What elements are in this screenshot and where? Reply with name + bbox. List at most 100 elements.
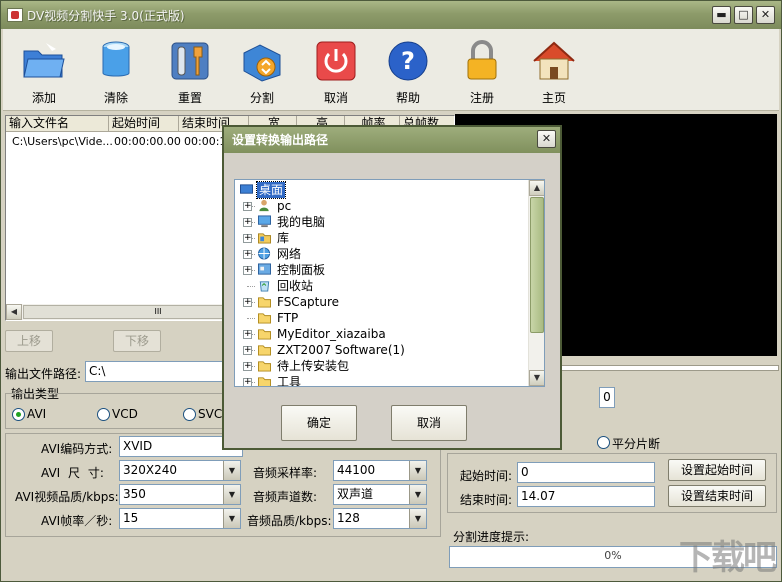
tree-item-label: 库 (277, 231, 290, 245)
cell-start: 00:00:00.00 (114, 135, 181, 148)
chevron-down-icon[interactable]: ▼ (409, 509, 426, 528)
chevron-down-icon[interactable]: ▼ (223, 509, 240, 528)
expand-icon[interactable]: + (243, 346, 252, 355)
chevron-down-icon[interactable]: ▼ (409, 461, 426, 480)
col-start-time[interactable]: 起始时间 (109, 116, 179, 131)
radio-svcd[interactable] (183, 408, 196, 421)
tree-item-label: 回收站 (277, 279, 314, 293)
dialog-ok-button[interactable]: 确定 (281, 405, 357, 441)
add-button[interactable]: 添加 (9, 33, 79, 107)
tree-item-label: 桌面 (255, 181, 287, 199)
expand-icon[interactable]: + (243, 330, 252, 339)
dialog-cancel-button[interactable]: 取消 (391, 405, 467, 441)
tree-item[interactable]: + 工具 (235, 374, 525, 386)
tree-item[interactable]: + FSCapture (235, 294, 525, 310)
tree-item[interactable]: FTP (235, 310, 525, 326)
quality-value: 350 (123, 487, 146, 501)
tree-item[interactable]: + 网络 (235, 246, 525, 262)
scroll-down-button[interactable]: ▼ (529, 370, 544, 386)
svg-text:?: ? (401, 47, 415, 75)
network-icon (258, 247, 271, 260)
folder-tree[interactable]: 桌面 + pc + 我的电脑 + 库 + 网络 + 控制面板 回收站 + FSCapture FTP + MyE… (234, 179, 545, 387)
cell-end: 00:00:1 (184, 135, 227, 148)
app-icon (7, 8, 23, 22)
vertical-scrollbar[interactable]: ▲ ▼ (528, 180, 544, 386)
help-label: 帮助 (395, 91, 420, 105)
home-label: 主页 (541, 91, 566, 105)
frame-counter: 0 (599, 387, 615, 408)
split-button[interactable]: 分割 (227, 33, 297, 107)
move-up-button[interactable]: 上移 (5, 330, 53, 352)
set-start-time-button[interactable]: 设置起始时间 (668, 459, 766, 481)
expand-icon[interactable]: + (243, 266, 252, 275)
chevron-down-icon[interactable]: ▼ (223, 485, 240, 504)
tree-item[interactable]: + ZXT2007 Software(1) (235, 342, 525, 358)
tree-item[interactable]: + pc (235, 198, 525, 214)
help-button[interactable]: ? 帮助 (373, 33, 443, 107)
clear-button[interactable]: 清除 (81, 33, 151, 107)
audio-quality-select[interactable]: 128 ▼ (333, 508, 427, 529)
register-button[interactable]: 注册 (447, 33, 517, 107)
reset-label: 重置 (177, 91, 202, 105)
tree-item[interactable]: 桌面 (235, 181, 525, 199)
register-label: 注册 (469, 91, 494, 105)
radio-vcd[interactable] (97, 408, 110, 421)
chevron-down-icon[interactable]: ▼ (223, 461, 240, 480)
end-time-label: 结束时间: (460, 493, 513, 507)
radio-vcd-label: VCD (112, 407, 138, 421)
folder-icon (23, 43, 65, 78)
expand-icon[interactable]: + (243, 378, 252, 386)
tree-item[interactable]: + 库 (235, 230, 525, 246)
tree-item[interactable]: + 控制面板 (235, 262, 525, 278)
reset-button[interactable]: 重置 (155, 33, 225, 107)
output-path-dialog: 设置转换输出路径 ✕ 桌面 + pc + 我的电脑 + 库 + 网络 + 控制面板 回收站 + FSCap… (222, 125, 562, 450)
channel-select[interactable]: 双声道 ▼ (333, 484, 427, 505)
sample-select[interactable]: 44100 ▼ (333, 460, 427, 481)
dialog-title[interactable]: 设置转换输出路径 (224, 127, 560, 153)
window-title: DV视频分割快手 3.0(正式版) (27, 9, 185, 23)
tree-item[interactable]: + 我的电脑 (235, 214, 525, 230)
tree-item-label: FSCapture (277, 295, 340, 309)
tree-item[interactable]: 回收站 (235, 278, 525, 294)
quality-select[interactable]: 350 ▼ (119, 484, 241, 505)
chevron-down-icon[interactable]: ▼ (409, 485, 426, 504)
expand-icon[interactable]: + (243, 298, 252, 307)
title-bar[interactable]: DV视频分割快手 3.0(正式版) ▬ □ ✕ (1, 1, 781, 29)
move-down-button[interactable]: 下移 (113, 330, 161, 352)
home-button[interactable]: 主页 (519, 33, 589, 107)
output-path-field[interactable]: C:\ (85, 361, 225, 382)
output-path-label: 输出文件路径: (5, 367, 82, 381)
tree-item[interactable]: + MyEditor_xiazaiba (235, 326, 525, 342)
folder-icon (258, 297, 271, 308)
end-time-field[interactable]: 14.07 (517, 486, 655, 507)
cancel-button[interactable]: 取消 (301, 33, 371, 107)
close-button[interactable]: ✕ (756, 6, 775, 24)
scroll-thumb[interactable] (530, 197, 544, 333)
col-input-file[interactable]: 输入文件名 (6, 116, 109, 131)
set-end-time-button[interactable]: 设置结束时间 (668, 485, 766, 507)
expand-icon[interactable]: + (243, 234, 252, 243)
desktop-icon (240, 184, 253, 194)
radio-equal-split[interactable] (597, 436, 610, 449)
sample-value: 44100 (337, 463, 376, 477)
fps-select[interactable]: 15 ▼ (119, 508, 241, 529)
tree-item[interactable]: + 待上传安装包 (235, 358, 525, 374)
minimize-button[interactable]: ▬ (712, 6, 731, 24)
scroll-up-button[interactable]: ▲ (529, 180, 544, 196)
position-slider[interactable] (557, 365, 779, 371)
start-time-field[interactable]: 0 (517, 462, 655, 483)
expand-icon[interactable]: + (243, 218, 252, 227)
expand-icon[interactable]: + (243, 250, 252, 259)
channel-value: 双声道 (337, 487, 374, 501)
scroll-left-button[interactable]: ◀ (6, 304, 22, 320)
expand-icon[interactable]: + (243, 202, 252, 211)
radio-avi-label: AVI (27, 407, 47, 421)
cell-file: C:\Users\pc\Vide... (12, 135, 113, 148)
dialog-close-button[interactable]: ✕ (537, 130, 556, 148)
maximize-button[interactable]: □ (734, 6, 753, 24)
radio-avi[interactable] (12, 408, 25, 421)
split-label: 分割 (249, 91, 274, 105)
size-select[interactable]: 320X240 ▼ (119, 460, 241, 481)
expand-icon[interactable]: + (243, 362, 252, 371)
fps-value: 15 (123, 511, 139, 525)
